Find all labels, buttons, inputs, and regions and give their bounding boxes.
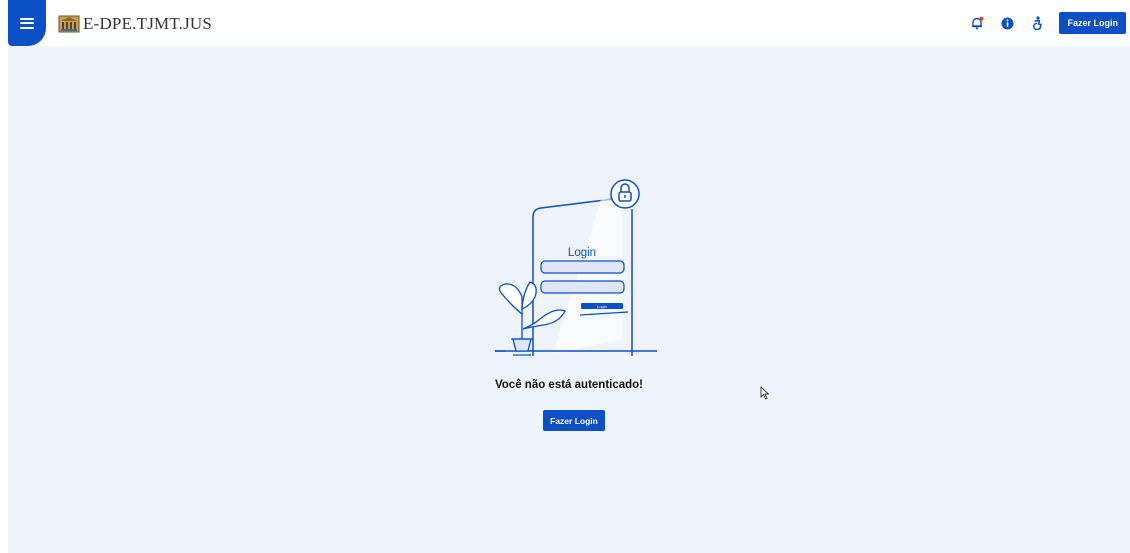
top-actions: Fazer Login xyxy=(969,0,1130,46)
bell-icon xyxy=(972,16,984,30)
brand[interactable]: E-DPE.TJMT.JUS xyxy=(58,14,212,34)
info-icon xyxy=(1001,17,1014,29)
header-login-button[interactable]: Fazer Login xyxy=(1059,12,1126,34)
illustration-button-text: Login xyxy=(597,304,607,309)
notifications-button[interactable] xyxy=(969,15,985,31)
menu-icon xyxy=(20,17,34,29)
login-illustration: Login Login xyxy=(495,179,657,356)
notification-dot xyxy=(979,16,984,21)
accessibility-button[interactable] xyxy=(1029,15,1045,31)
main-content: Login Login Você não está autenticado! F… xyxy=(8,46,1130,553)
info-button[interactable] xyxy=(999,15,1015,31)
not-authenticated-message: Você não está autenticado! xyxy=(494,379,644,391)
courthouse-logo-icon xyxy=(58,15,80,33)
mouse-cursor-icon xyxy=(760,386,769,400)
illustration-title: Login xyxy=(568,247,596,259)
menu-button[interactable] xyxy=(8,0,46,46)
top-bar: E-DPE.TJMT.JUS Fazer Login xyxy=(0,0,1130,46)
brand-name: E-DPE.TJMT.JUS xyxy=(83,14,213,33)
login-button[interactable]: Fazer Login xyxy=(543,410,605,431)
accessibility-icon xyxy=(1033,16,1042,30)
